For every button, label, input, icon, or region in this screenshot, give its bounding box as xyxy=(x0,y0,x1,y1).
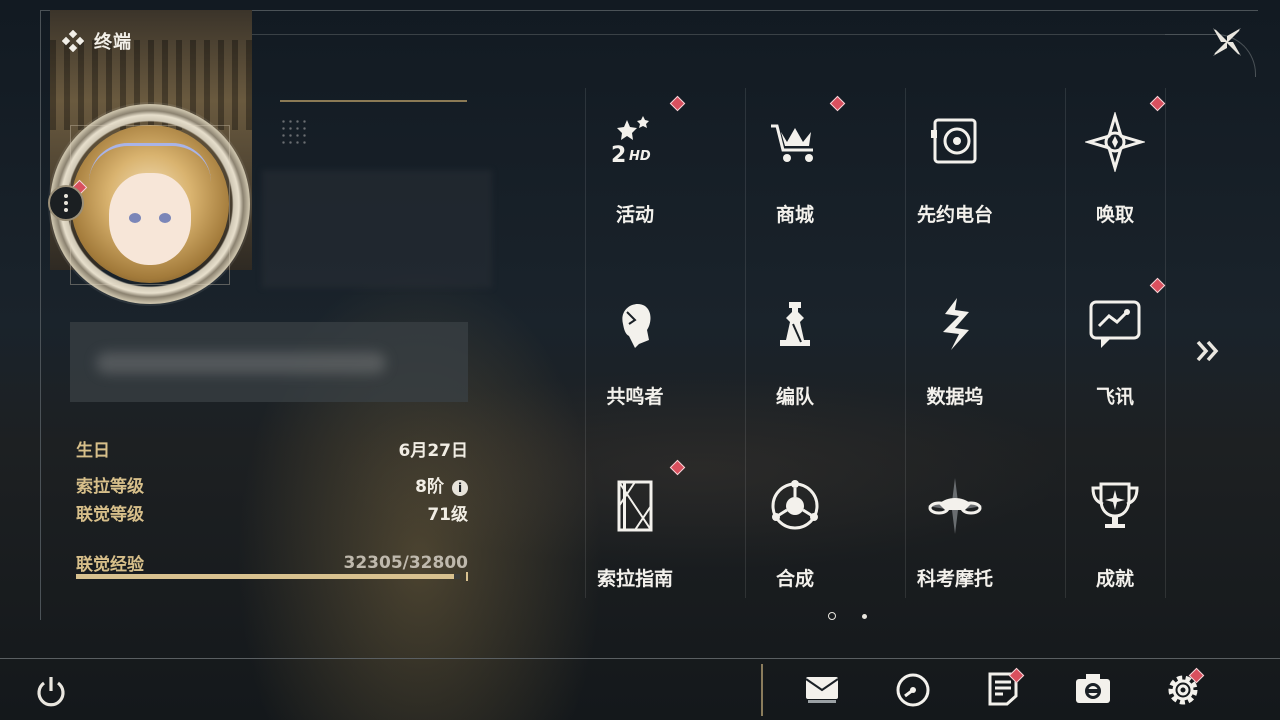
more-dots-icon xyxy=(64,193,68,214)
next-page-button[interactable] xyxy=(1190,334,1224,368)
shop-crown-cart-icon xyxy=(771,124,813,162)
stat-row-exp: 联觉经验 32305/32800 xyxy=(76,550,469,576)
notification-badge xyxy=(829,95,846,112)
notice-button[interactable] xyxy=(983,667,1025,708)
menu-item-label: 活动 xyxy=(615,204,654,226)
exp-progress-cap xyxy=(466,572,468,581)
menu-item-data-dock[interactable]: 数据坞 xyxy=(875,270,1035,408)
avatar-frame-square xyxy=(70,125,230,285)
camera-button[interactable] xyxy=(1073,668,1113,708)
menu-item-label: 成就 xyxy=(1095,568,1134,590)
menu-item-resonators[interactable]: 共鸣者 xyxy=(555,270,715,408)
stat-value: 32305/32800 xyxy=(343,552,469,573)
close-icon xyxy=(1213,28,1241,56)
menu-item-label: 科考摩托 xyxy=(916,568,993,590)
pagination-dots xyxy=(828,612,867,620)
menu-item-radio[interactable]: 先约电台 xyxy=(875,88,1035,226)
notification-badge xyxy=(1149,95,1166,112)
exp-progress-bar xyxy=(76,572,468,581)
stat-value: 71级 xyxy=(427,505,468,525)
double-chevron-right-icon xyxy=(1196,340,1219,362)
svg-text:HD: HD xyxy=(629,149,651,164)
clock-icon xyxy=(896,673,930,707)
frame-line xyxy=(40,10,41,620)
menu-item-label: 唤取 xyxy=(1095,204,1134,226)
stat-row-level: 联觉等级 71级 xyxy=(76,500,468,525)
menu-item-guide[interactable]: 索拉指南 xyxy=(555,452,715,590)
exp-progress-fill xyxy=(76,574,455,579)
menu-item-label: 编队 xyxy=(775,386,814,408)
terminal-diamond-icon xyxy=(62,30,84,52)
menu-item-label: 先约电台 xyxy=(916,204,993,226)
radio-speaker-icon xyxy=(931,118,977,164)
resonator-head-icon xyxy=(622,304,651,348)
menu-item-messages[interactable]: 飞讯 xyxy=(1035,270,1195,408)
bottom-bar-divider xyxy=(0,658,1280,659)
page-dot[interactable] xyxy=(862,613,867,619)
stat-value: 8阶 xyxy=(415,477,444,497)
frame-line xyxy=(215,34,1165,35)
team-chess-icon xyxy=(780,302,810,346)
message-bubble-icon xyxy=(1089,300,1141,348)
motorbike-icon xyxy=(927,478,983,534)
power-button[interactable] xyxy=(33,673,69,709)
svg-text:2: 2 xyxy=(611,143,626,168)
compass-star-icon xyxy=(1085,112,1145,172)
menu-item-synthesis[interactable]: 合成 xyxy=(715,452,875,590)
menu-item-convene[interactable]: 唤取 xyxy=(1035,88,1195,226)
menu-item-label: 合成 xyxy=(775,568,814,590)
blurred-info-area xyxy=(262,170,492,288)
clock-button[interactable] xyxy=(893,668,933,708)
mail-icon xyxy=(805,677,839,703)
menu-item-motorbike[interactable]: 科考摩托 xyxy=(875,452,1035,590)
menu-item-label: 飞讯 xyxy=(1095,386,1134,408)
stat-value-group: 8阶 i xyxy=(415,472,468,497)
page-dot-active[interactable] xyxy=(828,612,836,620)
decorative-dots xyxy=(280,118,310,148)
blurred-name-area xyxy=(70,322,468,402)
close-button[interactable] xyxy=(1207,22,1247,62)
stat-row-rank: 索拉等级 8阶 i xyxy=(76,472,468,497)
guide-book-icon xyxy=(617,480,653,532)
page-title: 终端 xyxy=(94,32,132,53)
menu-grid: 2 HD 活动 商城 先约电台 唤取 共鸣者 编队 数据坞 飞讯 索拉指南 合成… xyxy=(555,88,1195,608)
profile-options-button[interactable] xyxy=(48,185,84,221)
power-icon xyxy=(37,677,65,707)
stat-row-birthday: 生日 6月27日 xyxy=(76,436,468,461)
menu-item-achievements[interactable]: 成就 xyxy=(1035,452,1195,590)
stat-label: 联觉等级 xyxy=(76,505,144,525)
menu-item-label: 索拉指南 xyxy=(596,568,673,590)
terminal-title-bar: 终端 xyxy=(62,28,132,54)
stat-label: 生日 xyxy=(76,441,110,461)
decorative-line xyxy=(280,100,467,102)
menu-item-label: 共鸣者 xyxy=(606,386,664,408)
menu-item-label: 商城 xyxy=(775,204,814,226)
stat-label: 联觉经验 xyxy=(76,555,144,575)
menu-item-activity[interactable]: 2 HD 活动 xyxy=(555,88,715,226)
camera-icon xyxy=(1076,674,1110,703)
notification-badge xyxy=(669,459,686,476)
bottom-bar-separator xyxy=(761,664,763,716)
event-2hd-icon: 2 HD xyxy=(611,116,651,168)
trophy-icon xyxy=(1091,482,1139,528)
menu-item-shop[interactable]: 商城 xyxy=(715,88,875,226)
stat-label: 索拉等级 xyxy=(76,477,144,497)
mail-button[interactable] xyxy=(802,668,842,708)
settings-button[interactable] xyxy=(1163,667,1205,708)
stat-value: 6月27日 xyxy=(398,441,469,461)
notification-badge xyxy=(669,95,686,112)
menu-item-team[interactable]: 编队 xyxy=(715,270,875,408)
menu-item-label: 数据坞 xyxy=(926,386,984,408)
notification-badge xyxy=(1149,277,1166,294)
info-icon[interactable]: i xyxy=(452,480,468,496)
synthesis-icon xyxy=(771,480,819,530)
data-dock-icon xyxy=(943,298,969,350)
